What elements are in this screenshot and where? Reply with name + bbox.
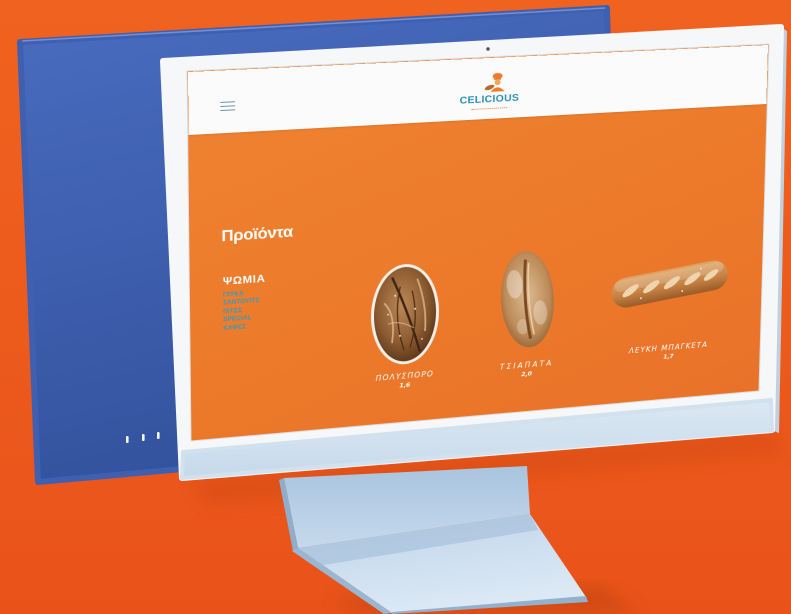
menu-line [220,109,236,112]
menu-line [220,105,236,108]
blue-monitor-port [126,436,129,443]
blue-monitor-port [142,434,145,441]
logo-text: CELICIOUS [459,91,520,107]
website-screen: CELICIOUS Προϊόντα ΨΩΜΙΑ ΓΛΥΚΑ ΣΑΝΤΟΥΙΤΣ… [188,44,769,441]
category-list: ΓΛΥΚΑ ΣΑΝΤΟΥΙΤΣ ΠΙΤΕΣ SPECIAL ΚΑΦΕΣ [223,286,306,333]
blue-monitor-port [157,432,160,439]
ciabatta-image [497,247,558,352]
category-active-breads[interactable]: ΨΩΜΙΑ [223,273,266,288]
page-title: Προϊόντα [221,223,293,246]
baker-logo-icon [484,72,505,92]
site-logo[interactable]: CELICIOUS [449,71,529,119]
hamburger-menu-icon[interactable] [220,101,236,112]
camera-icon [486,47,490,51]
product-card-baguette[interactable]: ΛΕΥΚΗ ΜΠΑΓΚΕΤΑ 1,7 [602,254,736,371]
product-card-ciabatta[interactable]: ΤΣΙΑΠΑΤΑ 2,0 [468,243,586,385]
baguette-image [610,257,730,311]
product-card-multigrain[interactable]: ΠΟΛΥΣΠΟΡΟ 1,6 [345,258,466,402]
multigrain-loaf-image [370,261,440,367]
menu-line [220,101,236,104]
logo-tagline [471,107,508,111]
